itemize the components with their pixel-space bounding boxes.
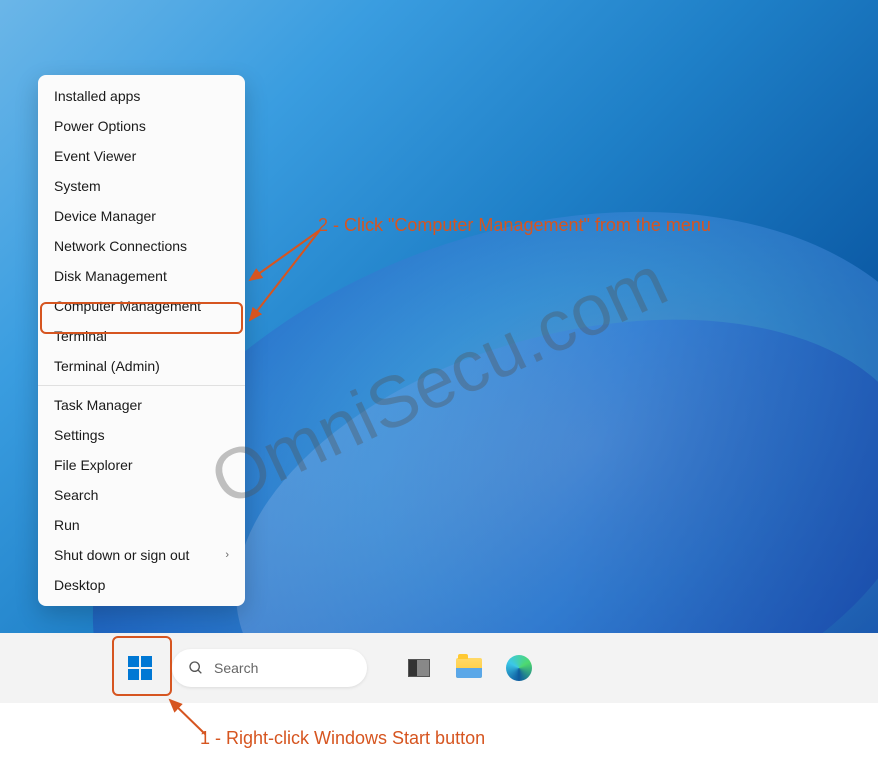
menu-item-shutdown[interactable]: Shut down or sign out › (38, 540, 245, 570)
taskview-button[interactable] (399, 648, 439, 688)
menu-item-computer-management[interactable]: Computer Management (38, 291, 245, 321)
menu-item-event-viewer[interactable]: Event Viewer (38, 141, 245, 171)
edge-icon (506, 655, 532, 681)
menu-item-installed-apps[interactable]: Installed apps (38, 81, 245, 111)
menu-item-network-connections[interactable]: Network Connections (38, 231, 245, 261)
menu-item-desktop[interactable]: Desktop (38, 570, 245, 600)
start-button[interactable] (118, 646, 162, 690)
menu-item-file-explorer[interactable]: File Explorer (38, 450, 245, 480)
start-context-menu: Installed apps Power Options Event Viewe… (38, 75, 245, 606)
menu-item-terminal-admin[interactable]: Terminal (Admin) (38, 351, 245, 381)
folder-icon (456, 658, 482, 678)
search-icon (188, 660, 204, 676)
menu-item-terminal[interactable]: Terminal (38, 321, 245, 351)
file-explorer-button[interactable] (449, 648, 489, 688)
menu-item-run[interactable]: Run (38, 510, 245, 540)
menu-item-task-manager[interactable]: Task Manager (38, 390, 245, 420)
search-placeholder: Search (214, 660, 258, 676)
edge-button[interactable] (499, 648, 539, 688)
menu-item-settings[interactable]: Settings (38, 420, 245, 450)
taskview-icon (408, 659, 430, 677)
chevron-right-icon: › (225, 549, 229, 561)
menu-item-search[interactable]: Search (38, 480, 245, 510)
menu-item-device-manager[interactable]: Device Manager (38, 201, 245, 231)
page-bottom-whitespace (0, 703, 878, 762)
taskbar: Search (0, 633, 878, 703)
menu-item-disk-management[interactable]: Disk Management (38, 261, 245, 291)
taskbar-search[interactable]: Search (172, 649, 367, 687)
menu-item-power-options[interactable]: Power Options (38, 111, 245, 141)
windows-logo-icon (128, 656, 152, 680)
menu-item-label: Shut down or sign out (54, 547, 189, 563)
menu-item-system[interactable]: System (38, 171, 245, 201)
menu-separator (38, 385, 245, 386)
